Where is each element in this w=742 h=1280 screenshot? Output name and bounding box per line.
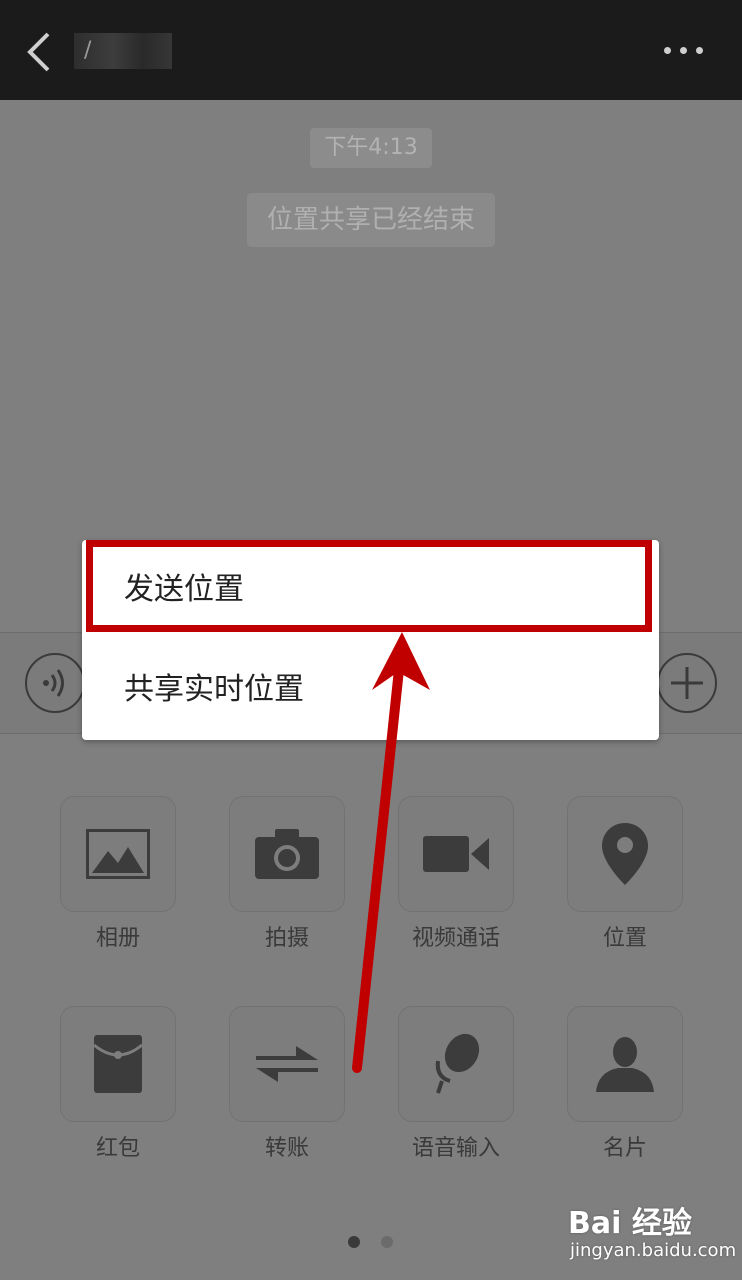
back-arrow-icon[interactable]	[22, 30, 56, 74]
message-timestamp: 下午4:13	[310, 128, 432, 168]
camera-icon	[255, 829, 319, 879]
top-bar: /	[0, 0, 742, 100]
panel-item-red-packet[interactable]: 红包	[60, 1006, 176, 1161]
panel-item-label: 语音输入	[411, 1136, 500, 1161]
album-tile[interactable]	[60, 796, 176, 912]
panel-item-transfer[interactable]: 转账	[229, 1006, 345, 1161]
watermark-logo: Bai 经验	[568, 1206, 692, 1241]
panel-item-label: 视频通话	[411, 926, 500, 951]
system-message: 位置共享已经结束	[247, 193, 495, 247]
transfer-icon	[256, 1046, 318, 1082]
panel-item-label: 转账	[264, 1136, 309, 1161]
video-call-icon	[423, 836, 489, 872]
watermark-url: jingyan.baidu.com	[570, 1240, 737, 1261]
red-packet-icon	[94, 1035, 142, 1093]
panel-item-label: 拍摄	[264, 926, 309, 951]
contact-card-icon	[596, 1037, 654, 1092]
video-call-tile[interactable]	[398, 796, 514, 912]
contact-card-tile[interactable]	[567, 1006, 683, 1122]
panel-item-contact-card[interactable]: 名片	[567, 1006, 683, 1161]
photo-album-icon	[86, 829, 150, 879]
add-more-icon[interactable]	[656, 652, 718, 714]
location-pin-icon	[602, 823, 648, 885]
panel-item-label: 位置	[602, 926, 647, 951]
page-indicator-active	[348, 1236, 360, 1248]
panel-item-label: 红包	[95, 1136, 140, 1161]
microphone-icon	[435, 1033, 480, 1094]
transfer-tile[interactable]	[229, 1006, 345, 1122]
baidu-jingyan-watermark: Bai 经验 jingyan.baidu.com	[568, 1198, 742, 1270]
panel-item-location[interactable]: 位置	[567, 796, 683, 951]
panel-item-label: 相册	[95, 926, 140, 951]
camera-tile[interactable]	[229, 796, 345, 912]
location-tile[interactable]	[567, 796, 683, 912]
send-location-option[interactable]: 发送位置	[82, 540, 659, 640]
panel-item-voice-input[interactable]: 语音输入	[398, 1006, 514, 1161]
voice-input-tile[interactable]	[398, 1006, 514, 1122]
page-indicator-inactive[interactable]	[381, 1236, 393, 1248]
location-popup-menu: 发送位置 共享实时位置	[82, 540, 659, 740]
share-live-location-option[interactable]: 共享实时位置	[82, 640, 659, 740]
panel-item-album[interactable]: 相册	[60, 796, 176, 951]
panel-item-video-call[interactable]: 视频通话	[398, 796, 514, 951]
panel-item-label: 名片	[602, 1136, 647, 1161]
panel-item-camera[interactable]: 拍摄	[229, 796, 345, 951]
more-options-icon[interactable]	[662, 44, 706, 58]
voice-input-icon[interactable]	[24, 652, 86, 714]
chat-title: /	[74, 33, 172, 69]
red-packet-tile[interactable]	[60, 1006, 176, 1122]
